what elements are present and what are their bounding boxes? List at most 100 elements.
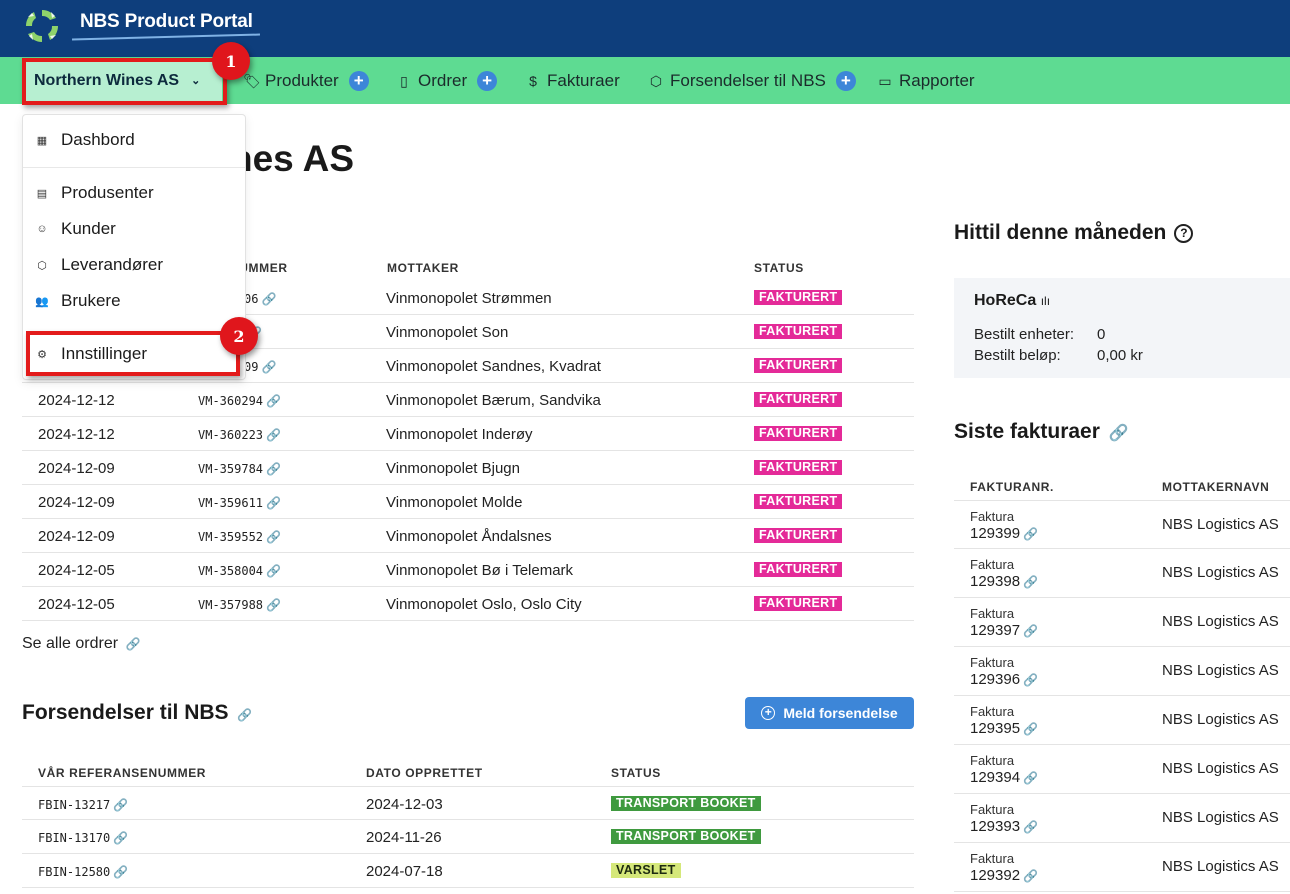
order-recipient: Vinmonopolet Strømmen: [386, 290, 552, 307]
invoice-number[interactable]: 129392 🔗: [970, 867, 1038, 884]
order-ref[interactable]: VM-359784 🔗: [198, 462, 281, 476]
link-icon: 🔗: [261, 292, 277, 306]
horeca-title: HoReCa ılı: [974, 292, 1051, 309]
shipment-date: 2024-12-03: [366, 796, 443, 813]
invoice-row[interactable]: Faktura 129396 🔗 NBS Logistics AS: [954, 647, 1290, 696]
menu-item-produsenter[interactable]: ▤ Produsenter: [35, 183, 154, 203]
shipment-date: 2024-11-26: [366, 829, 442, 846]
invoice-row[interactable]: Faktura 129397 🔗 NBS Logistics AS: [954, 598, 1290, 647]
shipments-title[interactable]: Forsendelser til NBS 🔗: [22, 701, 252, 725]
menu-item-label: Kunder: [61, 219, 116, 238]
invoice-number[interactable]: 129397 🔗: [970, 622, 1038, 639]
add-product-icon[interactable]: +: [348, 71, 369, 91]
invoices-title[interactable]: Siste fakturaer 🔗: [954, 420, 1129, 444]
add-shipment-icon[interactable]: +: [835, 71, 856, 91]
invoice-row[interactable]: Faktura 129392 🔗 NBS Logistics AS: [954, 843, 1290, 892]
status-badge: TRANSPORT BOOKET: [611, 829, 761, 844]
table-row[interactable]: FBIN-13217 🔗 2024-12-03 TRANSPORT BOOKET: [22, 786, 914, 820]
orders-header-status: STATUS: [754, 261, 804, 275]
table-row[interactable]: 2024-12-12 VM-360223 🔗 Vinmonopolet Inder…: [22, 417, 914, 451]
invoice-recipient: NBS Logistics AS: [1162, 760, 1279, 777]
link-icon: 🔗: [1023, 722, 1039, 736]
menu-item-kunder[interactable]: ☺ Kunder: [35, 219, 116, 239]
order-ref[interactable]: 06 🔗: [244, 292, 276, 306]
logo-icon[interactable]: [22, 6, 62, 46]
order-ref[interactable]: VM-360294 🔗: [198, 394, 281, 408]
app-title[interactable]: NBS Product Portal: [80, 11, 253, 33]
menu-item-dashbord[interactable]: ▦ Dashbord: [35, 130, 135, 150]
invoice-number[interactable]: 129394 🔗: [970, 769, 1038, 786]
order-ref[interactable]: VM-357988 🔗: [198, 598, 281, 612]
menu-item-label: Brukere: [61, 291, 121, 310]
link-icon: 🔗: [1023, 673, 1039, 687]
link-icon: 🔗: [266, 462, 281, 476]
nav-produkter[interactable]: 🏷 Produkter +: [243, 70, 369, 92]
shipments-header-ref: VÅR REFERANSENUMMER: [38, 766, 207, 780]
link-icon: 🔗: [1023, 575, 1039, 589]
nav-produkter-label: Produkter: [265, 71, 339, 90]
invoice-number[interactable]: 129396 🔗: [970, 671, 1038, 688]
shipment-ref[interactable]: FBIN-13217 🔗: [38, 798, 128, 812]
invoice-recipient: NBS Logistics AS: [1162, 564, 1279, 581]
nav-rapporter[interactable]: ▭ Rapporter: [877, 70, 974, 92]
nav-fakturaer[interactable]: $ Fakturaer: [525, 70, 620, 92]
menu-item-brukere[interactable]: 👥 Brukere: [35, 291, 121, 311]
order-ref[interactable]: VM-360223 🔗: [198, 428, 281, 442]
table-row[interactable]: FBIN-12580 🔗 2024-07-18 VARSLET: [22, 854, 914, 888]
link-icon: 🔗: [1023, 820, 1039, 834]
invoice-row[interactable]: Faktura 129398 🔗 NBS Logistics AS: [954, 549, 1290, 598]
shipment-ref[interactable]: FBIN-12580 🔗: [38, 865, 128, 879]
order-recipient: Vinmonopolet Åndalsnes: [386, 528, 552, 545]
table-row[interactable]: 2024-12-05 VM-357988 🔗 Vinmonopolet Oslo,…: [22, 587, 914, 621]
shipment-ref[interactable]: FBIN-13170 🔗: [38, 831, 128, 845]
order-ref[interactable]: 09 🔗: [244, 360, 276, 374]
invoice-row[interactable]: Faktura 129394 🔗 NBS Logistics AS: [954, 745, 1290, 794]
order-date: 2024-12-12: [38, 392, 115, 409]
invoice-row[interactable]: Faktura 129395 🔗 NBS Logistics AS: [954, 696, 1290, 745]
shipment-date: 2024-07-18: [366, 863, 443, 880]
horeca-card: HoReCa ılı Bestilt enheter: 0 Bestilt be…: [954, 278, 1290, 378]
invoice-row[interactable]: Faktura 129399 🔗 NBS Logistics AS: [954, 500, 1290, 549]
order-recipient: Vinmonopolet Inderøy: [386, 426, 533, 443]
table-row[interactable]: 2024-12-09 VM-359611 🔗 Vinmonopolet Molde…: [22, 485, 914, 519]
link-icon: 🔗: [1023, 771, 1039, 785]
highlight-box-settings: [26, 331, 240, 376]
order-ref[interactable]: VM-358004 🔗: [198, 564, 281, 578]
link-icon: 🔗: [261, 360, 277, 374]
invoices-title-label: Siste fakturaer: [954, 420, 1100, 443]
link-icon: 🔗: [113, 831, 129, 845]
bar-chart-icon[interactable]: ılı: [1041, 294, 1050, 308]
order-ref[interactable]: VM-359552 🔗: [198, 530, 281, 544]
link-icon: 🔗: [237, 708, 253, 722]
order-date: 2024-12-09: [38, 460, 115, 477]
shipments-header-status: STATUS: [611, 766, 661, 780]
nav-ordrer[interactable]: ▯ Ordrer +: [396, 70, 498, 92]
invoice-label: Faktura: [970, 802, 1015, 817]
nav-forsendelser-label: Forsendelser til NBS: [670, 71, 826, 90]
add-order-icon[interactable]: +: [477, 71, 498, 91]
help-icon[interactable]: ?: [1174, 224, 1194, 243]
invoice-number[interactable]: 129393 🔗: [970, 818, 1038, 835]
table-row[interactable]: 2024-12-09 VM-359552 🔗 Vinmonopolet Åndal…: [22, 519, 914, 553]
see-all-orders-link[interactable]: Se alle ordrer 🔗: [22, 635, 140, 653]
menu-item-leverandorer[interactable]: ⬡ Leverandører: [35, 255, 163, 275]
users-icon: 👥: [35, 295, 49, 308]
status-badge: FAKTURERT: [754, 358, 843, 373]
table-row[interactable]: 2024-12-05 VM-358004 🔗 Vinmonopolet Bø i …: [22, 553, 914, 587]
grid-icon: ▦: [36, 134, 48, 147]
nav-fakturaer-label: Fakturaer: [547, 71, 620, 90]
nav-forsendelser[interactable]: ⬡ Forsendelser til NBS +: [648, 70, 856, 92]
table-row[interactable]: 2024-12-09 VM-359784 🔗 Vinmonopolet Bjugn…: [22, 451, 914, 485]
invoices-header-number: FAKTURANR.: [970, 480, 1054, 494]
link-icon: 🔗: [266, 598, 281, 612]
invoice-number[interactable]: 129395 🔗: [970, 720, 1038, 737]
order-ref[interactable]: VM-359611 🔗: [198, 496, 281, 510]
invoice-number[interactable]: 129399 🔗: [970, 525, 1038, 542]
report-shipment-button[interactable]: + Meld forsendelse: [745, 697, 914, 729]
invoice-recipient: NBS Logistics AS: [1162, 711, 1279, 728]
table-row[interactable]: FBIN-13170 🔗 2024-11-26 TRANSPORT BOOKET: [22, 820, 914, 854]
invoice-row[interactable]: Faktura 129393 🔗 NBS Logistics AS: [954, 794, 1290, 843]
table-row[interactable]: 2024-12-12 VM-360294 🔗 Vinmonopolet Bærum…: [22, 383, 914, 417]
month-title: Hittil denne måneden?: [954, 221, 1194, 245]
invoice-number[interactable]: 129398 🔗: [970, 573, 1038, 590]
